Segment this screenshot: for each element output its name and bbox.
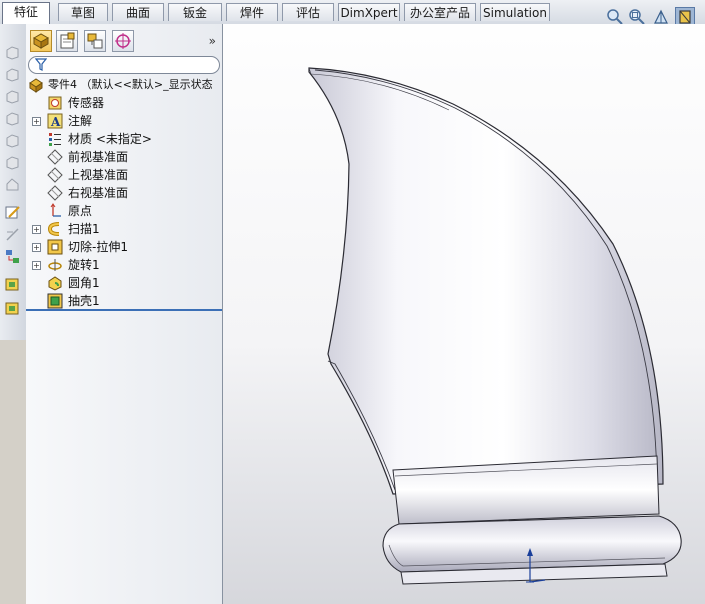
lofted-boss-icon[interactable] <box>4 110 21 127</box>
sweep-icon <box>47 221 63 237</box>
features-misc-icon[interactable] <box>4 300 21 317</box>
plane-icon <box>47 167 63 183</box>
graphics-viewport[interactable] <box>223 24 705 604</box>
sensor-icon <box>47 95 63 111</box>
configuration-manager-tab[interactable] <box>84 30 106 52</box>
cut-extrude-icon <box>47 239 63 255</box>
tab-office-products[interactable]: 办公室产品 <box>404 3 476 21</box>
command-manager-tabbar: 特征 草图 曲面 钣金 焊件 评估 DimXpert 办公室产品 Simulat… <box>0 0 705 27</box>
tab-sheet-metal[interactable]: 钣金 <box>168 3 222 21</box>
feature-manager-panel: » 零件4 （默认<<默认>_显示状态 传感器 + A 注解 材质 <未指定> … <box>26 24 223 604</box>
expand-icon[interactable]: + <box>32 243 41 252</box>
tree-filter-input[interactable] <box>28 56 220 74</box>
instant3d-icon[interactable] <box>4 276 21 293</box>
shape-icon[interactable] <box>4 176 21 193</box>
property-manager-tab[interactable] <box>56 30 78 52</box>
extruded-cut-icon[interactable] <box>4 132 21 149</box>
fillet-icon <box>47 275 63 291</box>
part-model-render <box>308 67 682 585</box>
feature-manager-tab[interactable] <box>30 30 52 52</box>
dimxpert-manager-tab[interactable] <box>112 30 134 52</box>
curves-icon[interactable] <box>4 248 21 265</box>
reference-geometry-icon[interactable] <box>4 226 21 243</box>
svg-text:A: A <box>50 115 61 129</box>
panel-tabs: » <box>26 24 222 56</box>
annotation-icon: A <box>47 113 63 129</box>
part-icon <box>28 77 44 93</box>
expand-icon[interactable]: + <box>32 225 41 234</box>
tab-simulation[interactable]: Simulation <box>480 3 550 21</box>
expand-icon[interactable]: + <box>32 261 41 270</box>
material-icon <box>47 131 63 147</box>
tab-evaluate[interactable]: 评估 <box>282 3 334 21</box>
collapse-chevron-icon[interactable]: » <box>209 34 216 48</box>
shell-icon <box>47 293 63 309</box>
tab-features[interactable]: 特征 <box>2 2 50 24</box>
rollback-bar[interactable] <box>26 309 222 311</box>
tab-sketch[interactable]: 草图 <box>58 3 108 21</box>
plane-icon <box>47 185 63 201</box>
expand-icon[interactable]: + <box>32 117 41 126</box>
revolve-icon <box>47 257 63 273</box>
revolved-boss-icon[interactable] <box>4 66 21 83</box>
plane-icon <box>47 149 63 165</box>
extruded-boss-icon[interactable] <box>4 44 21 61</box>
revolved-cut-icon[interactable] <box>4 154 21 171</box>
origin-icon <box>47 203 63 219</box>
tab-surfaces[interactable]: 曲面 <box>112 3 164 21</box>
tab-dimxpert[interactable]: DimXpert <box>338 3 400 21</box>
left-toolbar <box>0 24 27 340</box>
sketch-edit-icon[interactable] <box>4 204 21 221</box>
tab-weldments[interactable]: 焊件 <box>226 3 278 21</box>
filter-icon <box>35 58 47 71</box>
swept-boss-icon[interactable] <box>4 88 21 105</box>
